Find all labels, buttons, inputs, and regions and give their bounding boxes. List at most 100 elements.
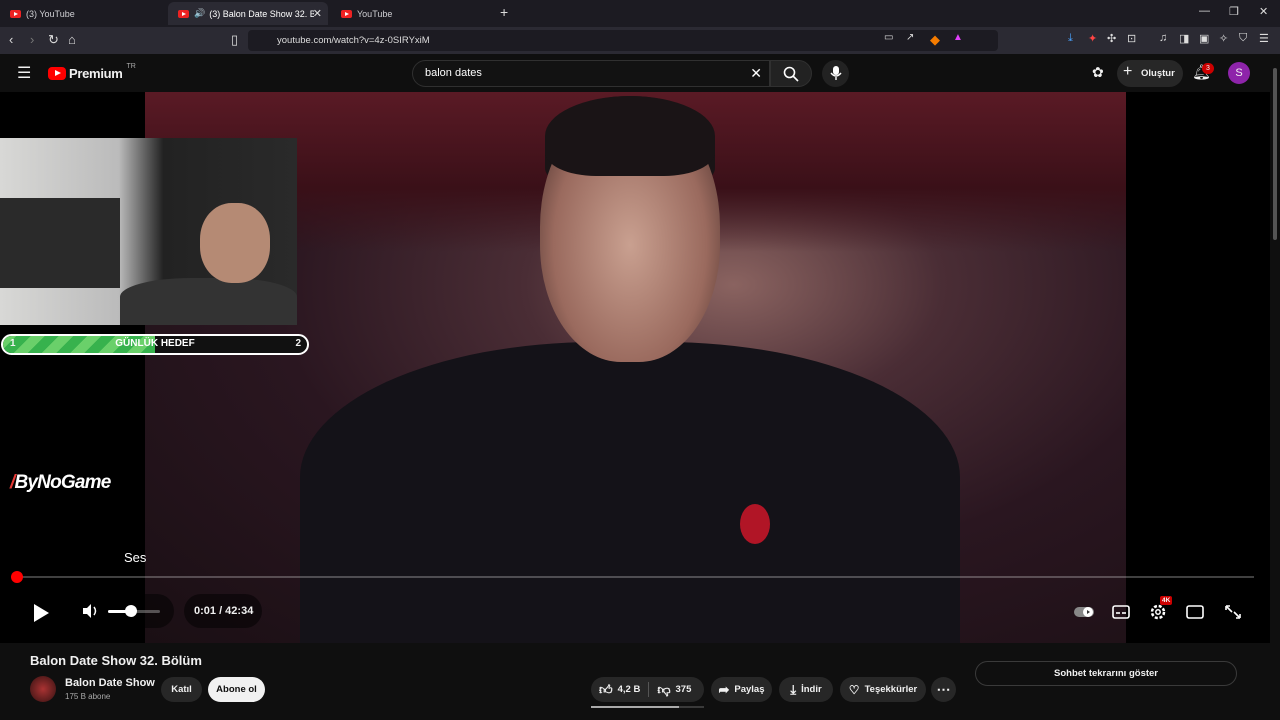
volume-tooltip: Ses <box>124 550 147 565</box>
create-label: Oluştur <box>1141 68 1175 79</box>
progress-scrubber[interactable] <box>11 571 23 583</box>
video-scene-person-suit <box>300 342 960 643</box>
like-button[interactable]: 👍︎ 4,2 B <box>599 682 640 698</box>
search-button[interactable] <box>770 60 812 87</box>
theater-mode-icon[interactable] <box>1186 602 1204 622</box>
account-avatar[interactable]: S <box>1228 62 1250 84</box>
webcam-person-face <box>200 203 270 283</box>
volume-icon[interactable] <box>82 603 100 619</box>
reload-icon[interactable]: ↻ <box>48 32 59 48</box>
thumbs-up-icon: 👍︎ <box>599 681 613 697</box>
subscribe-button[interactable]: Abone ol <box>208 677 265 702</box>
shield-brave-icon[interactable]: ◆ <box>930 32 940 48</box>
download-ext-icon[interactable]: ⤓ <box>1068 32 1073 45</box>
tab-label: YouTube <box>357 8 393 19</box>
share-icon[interactable]: ↗ <box>906 32 914 43</box>
menu-icon[interactable]: ☰ <box>1259 32 1269 45</box>
url-text: youtube.com/watch?v=4z-0SIRYxiM <box>277 35 430 46</box>
subtitles-icon[interactable] <box>1112 602 1130 622</box>
separator <box>648 682 650 697</box>
create-button[interactable]: + Oluştur <box>1117 60 1183 87</box>
like-ratio-fill <box>591 706 679 708</box>
autoplay-toggle-icon[interactable] <box>1073 602 1095 622</box>
video-player[interactable]: 1 GÜNLÜK HEDEF 2 /ByNoGame Ses 0:01 / 42… <box>0 92 1270 643</box>
youtube-favicon-icon <box>178 9 189 18</box>
time-display: 0:01 / 42:34 <box>184 594 262 628</box>
share-button[interactable]: ➦ Paylaş <box>711 677 772 702</box>
webcam-monitor <box>0 198 120 288</box>
channel-name[interactable]: Balon Date Show <box>65 677 155 689</box>
pin-ext-icon[interactable]: ✦ <box>1088 32 1097 45</box>
speaker-icon: 🔊 <box>194 8 206 18</box>
wallet-icon[interactable]: ▣ <box>1199 32 1209 45</box>
scrollbar-thumb[interactable] <box>1273 68 1277 240</box>
more-actions-icon[interactable]: ⋯ <box>931 677 956 702</box>
home-icon[interactable]: ⌂ <box>68 32 76 47</box>
hamburger-menu-icon[interactable]: ☰ <box>17 63 31 83</box>
browser-tab[interactable]: (3) YouTube <box>0 2 165 25</box>
back-icon[interactable]: ‹ <box>9 32 13 47</box>
download-label: İndir <box>801 684 822 695</box>
thanks-button[interactable]: ♡ Teşekkürler <box>840 677 926 702</box>
show-chat-replay-button[interactable]: Sohbet tekrarını göster <box>975 661 1237 686</box>
volume-slider-knob[interactable] <box>125 605 138 617</box>
youtube-play-logo-icon <box>48 67 66 80</box>
like-dislike-group: 👍︎ 4,2 B 👎︎ 375 <box>591 677 704 702</box>
streamer-webcam <box>0 138 297 325</box>
tab-label: (3) Balon Date Show 32. Bölü <box>209 8 315 19</box>
thanks-heart-icon: ♡ <box>848 682 860 697</box>
tab-label: (3) YouTube <box>26 8 75 19</box>
close-window-icon[interactable]: ✕ <box>1259 5 1268 18</box>
download-button[interactable]: ⤓ İndir <box>779 677 833 702</box>
close-tab-icon[interactable]: ✕ <box>313 7 322 20</box>
dislike-count: 375 <box>675 684 692 695</box>
bookmark-icon[interactable]: ▯ <box>231 32 238 48</box>
clear-search-icon[interactable]: ✕ <box>750 65 762 82</box>
cast-icon[interactable]: ▭ <box>884 32 893 43</box>
browser-tab[interactable]: YouTube <box>331 2 496 25</box>
minimize-icon[interactable]: — <box>1199 5 1210 17</box>
settings-gear-icon[interactable] <box>1149 602 1167 622</box>
vpn-icon[interactable]: ⛉ <box>1239 32 1247 45</box>
youtube-header: ☰ Premium TR balon dates ✕ ✿ + Oluştur 🔔… <box>0 54 1280 92</box>
webcam-person-body <box>120 278 297 325</box>
thanks-label: Teşekkürler <box>864 684 918 695</box>
bynogame-logo: /ByNoGame <box>10 472 111 494</box>
search-input[interactable]: balon dates ✕ <box>412 60 770 87</box>
studio-icon[interactable]: ✿ <box>1092 64 1104 81</box>
thumbs-down-icon: 👎︎ <box>657 681 671 697</box>
video-scene-hair-top <box>545 96 715 176</box>
notification-badge: 3 <box>1202 63 1214 74</box>
new-tab-icon[interactable]: + <box>500 4 508 20</box>
browser-tab-active[interactable]: 🔊 (3) Balon Date Show 32. Bölü ✕ <box>168 2 328 25</box>
goal-target: 2 <box>295 338 301 349</box>
channel-avatar[interactable] <box>30 676 56 702</box>
subscriber-count: 175 B abone <box>65 692 111 701</box>
ai-icon[interactable]: ✧ <box>1219 32 1228 45</box>
like-count: 4,2 B <box>617 684 641 695</box>
microphone-icon <box>830 66 842 80</box>
goal-label: GÜNLÜK HEDEF <box>115 338 195 349</box>
plus-icon: + <box>1123 63 1133 80</box>
fullscreen-icon[interactable] <box>1224 602 1242 622</box>
rewards-icon[interactable]: ▲ <box>953 32 963 43</box>
screenshot-icon[interactable]: ⊡ <box>1127 32 1136 45</box>
sidebar-icon[interactable]: ◨ <box>1179 32 1189 45</box>
daily-goal-bar: 1 GÜNLÜK HEDEF 2 <box>1 334 309 355</box>
progress-bar[interactable] <box>16 576 1254 578</box>
logo-text: Premium <box>69 66 123 81</box>
voice-search-button[interactable] <box>822 60 849 87</box>
logo-region: TR <box>126 63 136 70</box>
download-icon: ⤓ <box>790 681 797 697</box>
join-button[interactable]: Katıl <box>161 677 202 702</box>
forward-icon[interactable]: › <box>30 32 34 47</box>
media-icon[interactable]: ♫ <box>1159 32 1167 44</box>
extensions-icon[interactable]: ✣ <box>1107 32 1116 45</box>
volume-control <box>74 594 174 628</box>
dislike-button[interactable]: 👎︎ 375 <box>657 682 691 698</box>
restore-icon[interactable]: ❐ <box>1229 5 1239 18</box>
brand-text: ByNoGame <box>14 472 111 493</box>
play-icon[interactable] <box>30 602 52 624</box>
share-arrow-icon: ➦ <box>718 681 730 697</box>
youtube-logo[interactable]: Premium TR <box>48 63 136 81</box>
